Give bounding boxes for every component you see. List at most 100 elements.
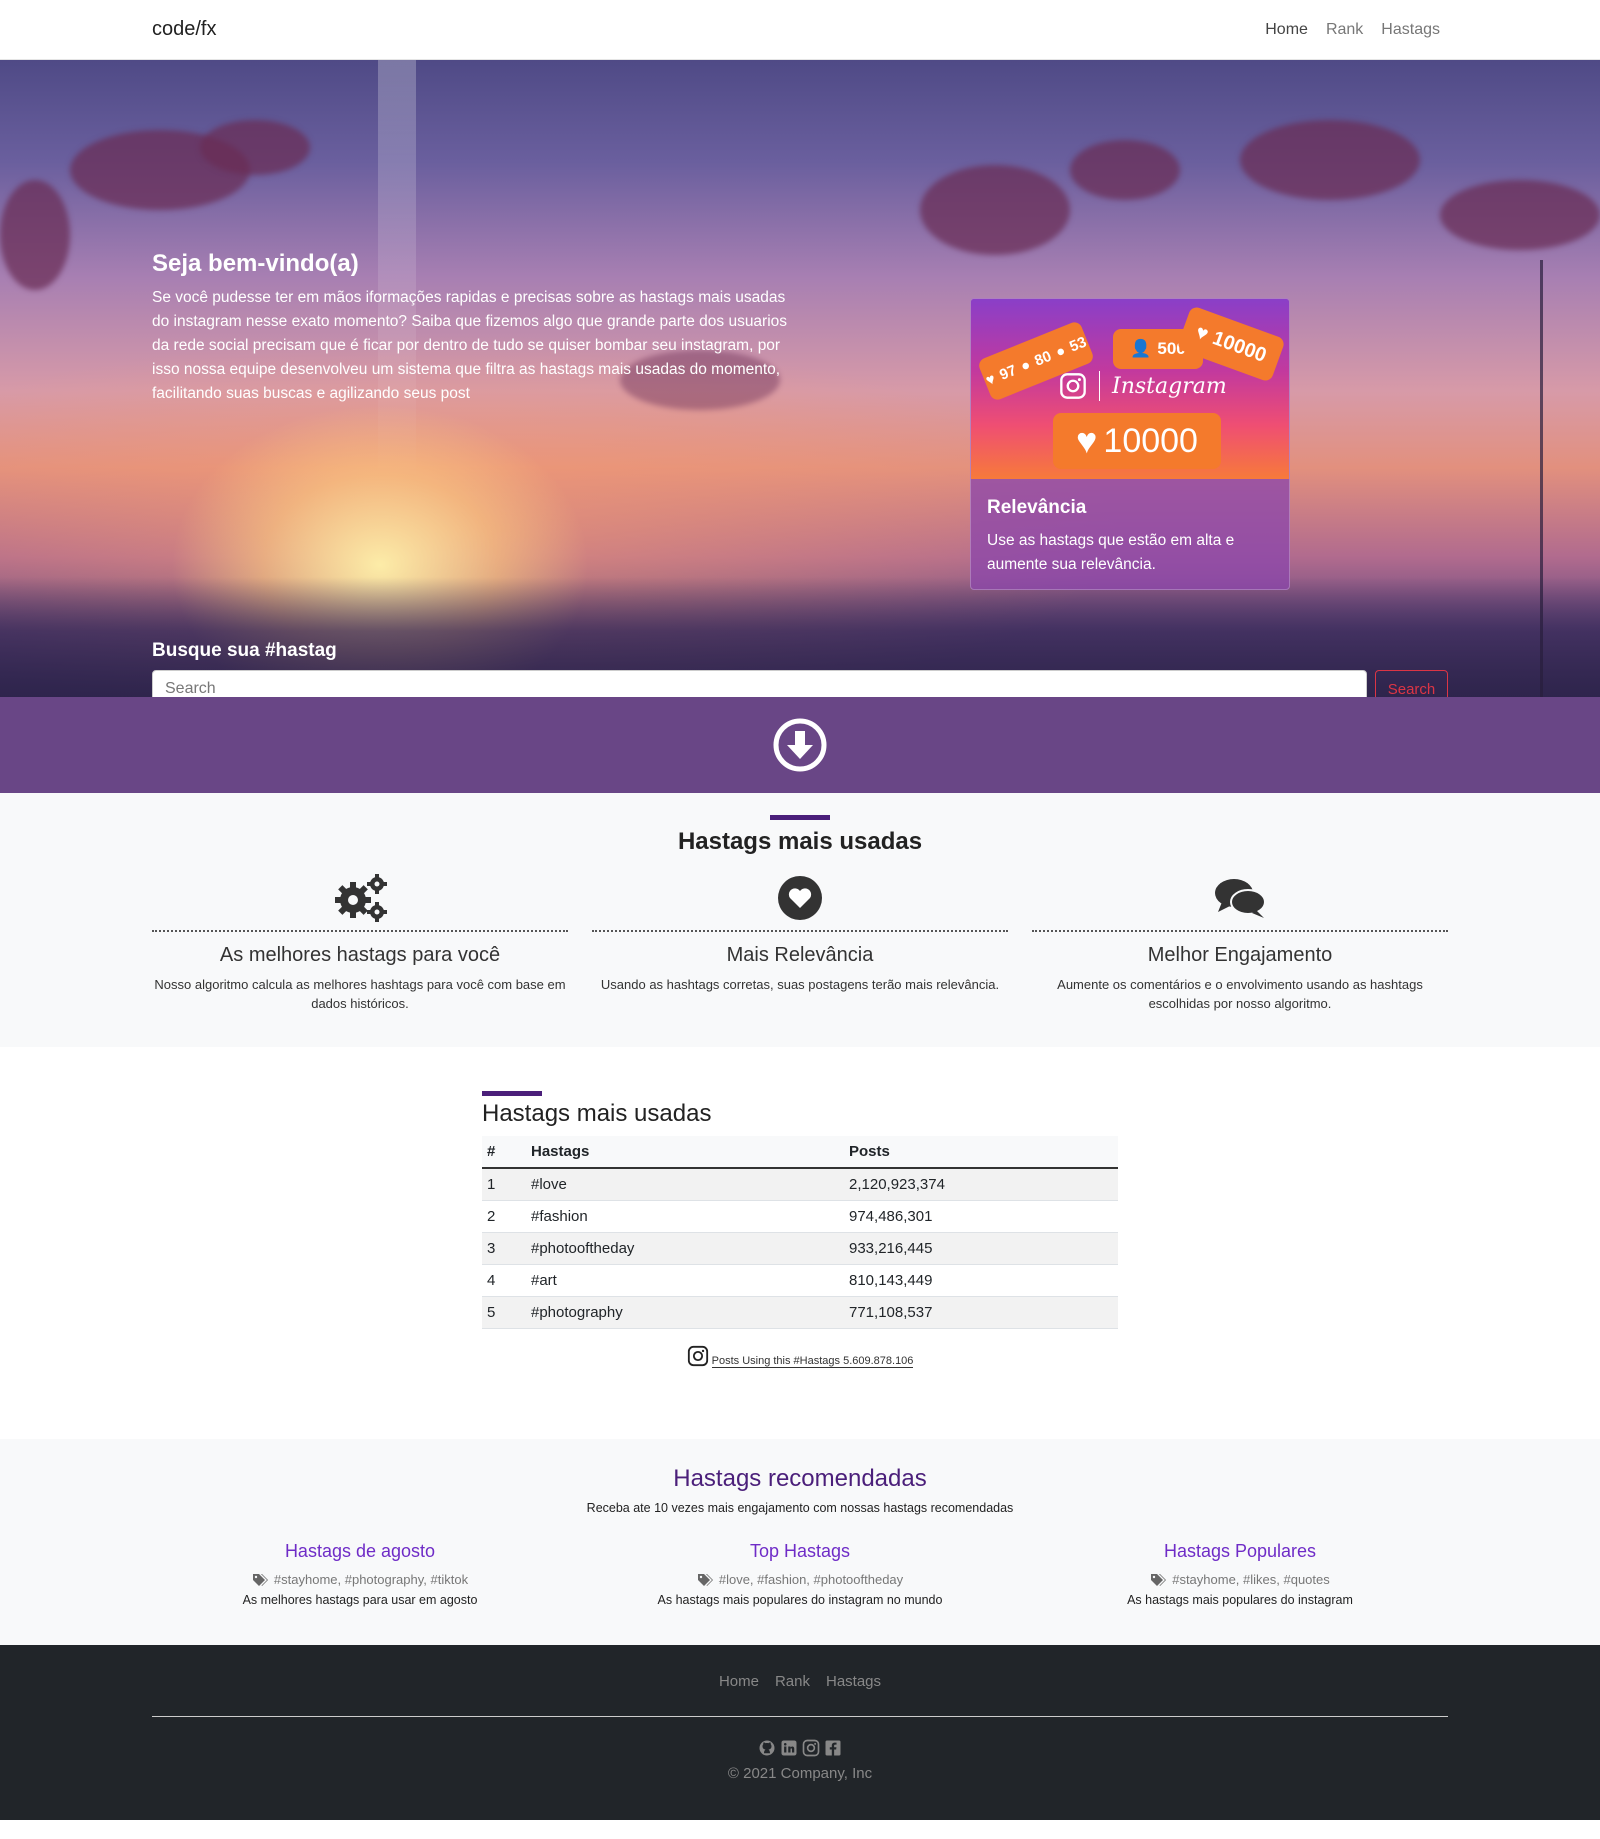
recommended-item: Hastags de agosto #stayhome, #photograph… xyxy=(152,1541,568,1607)
facebook-icon[interactable] xyxy=(824,1739,842,1757)
recommended-desc: As melhores hastags para usar em agosto xyxy=(242,1593,478,1607)
recommended-item-title[interactable]: Top Hastags xyxy=(592,1541,1008,1562)
posts-count-link[interactable]: Posts Using this #Hastags 5.609.878.106 xyxy=(711,1355,914,1368)
feature-title: As melhores hastags para você xyxy=(219,944,501,966)
recommended-lead: Receba ate 10 vezes mais engajamento com… xyxy=(586,1501,1014,1515)
nav-links: Home Rank Hastags xyxy=(1265,21,1448,39)
ranking-table: # Hastags Posts 1 #love 2,120,923,374 2 #fa… xyxy=(482,1136,1118,1329)
cloud xyxy=(1070,140,1180,200)
divider xyxy=(1099,371,1100,401)
scroll-down-band xyxy=(0,697,1600,793)
brand-logo[interactable]: code/fx xyxy=(152,18,216,41)
cloud xyxy=(0,180,70,290)
hero-section: Seja bem-vindo(a) Se você pudesse ter em… xyxy=(0,60,1600,697)
feature-item: Mais Relevância Usando as hashtags corre… xyxy=(592,874,1008,1013)
title-accent-bar xyxy=(482,1091,542,1096)
feature-title: Mais Relevância xyxy=(726,944,874,966)
arrow-circle-down-icon[interactable] xyxy=(773,718,827,772)
heart-icon: ♥ xyxy=(983,369,998,389)
feature-text: Nosso algoritmo calcula as melhores hash… xyxy=(154,977,566,1011)
relevance-card: ♥ 97 ● 80 ● 53 👤 500 ♥ 10000 Instagram ♥ 10000… xyxy=(970,298,1290,590)
tags-icon xyxy=(697,1573,713,1586)
recommended-item: Top Hastags #love, #fashion, #photoofthe… xyxy=(592,1541,1008,1607)
gears-icon xyxy=(335,874,387,922)
feature-item: Melhor Engajamento Aumente os comentário… xyxy=(1032,874,1448,1013)
comments-icon xyxy=(1215,879,1266,918)
instagram-icon[interactable] xyxy=(802,1739,820,1757)
comment-icon: ● xyxy=(1053,341,1068,361)
recommended-desc: As hastags mais populares do instagram n… xyxy=(657,1593,943,1607)
table-row: 4 #art 810,143,449 xyxy=(482,1264,1118,1297)
copyright: © 2021 Company, Inc xyxy=(727,1765,873,1782)
footer: Home Rank Hastags © 2021 Company, Inc xyxy=(0,1645,1600,1820)
nav-link-home[interactable]: Home xyxy=(1265,21,1308,39)
footer-link-home[interactable]: Home xyxy=(719,1673,759,1690)
recommended-tags: #stayhome, #photography, #tiktok xyxy=(273,1572,469,1587)
big-likes-badge: ♥ 10000 xyxy=(1053,413,1221,469)
features-title: Hastags mais usadas xyxy=(677,828,923,855)
recommended-item-title[interactable]: Hastags de agosto xyxy=(152,1541,568,1562)
feature-text: Aumente os comentários e o envolvimento … xyxy=(1057,977,1423,1011)
table-row: 1 #love 2,120,923,374 xyxy=(482,1168,1118,1201)
instagram-wordmark: Instagram xyxy=(1059,371,1227,401)
col-rank: # xyxy=(482,1136,526,1169)
linkedin-icon[interactable] xyxy=(780,1739,798,1757)
heart-icon: ♥ xyxy=(1076,420,1098,461)
card-text: Use as hastags que estão em alta e aumen… xyxy=(987,532,1235,573)
table-header-row: # Hastags Posts xyxy=(482,1136,1118,1169)
feature-row: As melhores hastags para você Nosso algo… xyxy=(152,874,1448,1013)
search-row: Search xyxy=(152,670,1448,697)
search-block: Busque sua #hastag Search xyxy=(152,640,1448,697)
features-section: Hastags mais usadas As melhores hastags … xyxy=(0,793,1600,1047)
recommended-tags: #stayhome, #likes, #quotes xyxy=(1172,1572,1330,1587)
user-icon: ● xyxy=(1018,355,1033,375)
recommended-title: Hastags recomendadas xyxy=(673,1465,927,1492)
card-body: Relevância Use as hastags que estão em a… xyxy=(971,479,1289,589)
heart-circle-icon xyxy=(778,876,822,920)
footer-divider xyxy=(152,1716,1448,1717)
search-button[interactable]: Search xyxy=(1375,670,1448,697)
col-posts: Posts xyxy=(844,1136,1118,1169)
recommended-tags: #love, #fashion, #photooftheday xyxy=(718,1572,904,1587)
cloud xyxy=(1240,120,1420,200)
feature-text: Usando as hashtags corretas, suas postag… xyxy=(600,977,1000,992)
footer-link-rank[interactable]: Rank xyxy=(775,1673,810,1690)
cloud xyxy=(920,165,1070,255)
recommended-item-title[interactable]: Hastags Populares xyxy=(1032,1541,1448,1562)
welcome-title: Seja bem-vindo(a) xyxy=(152,250,359,277)
cloud xyxy=(1440,180,1600,250)
recommended-desc: As hastags mais populares do instagram xyxy=(1127,1593,1353,1607)
nav-link-hastags[interactable]: Hastags xyxy=(1381,21,1440,39)
ranking-title: Hastags mais usadas xyxy=(482,1100,712,1127)
instagram-icon xyxy=(1060,373,1086,399)
instagram-banner-image: ♥ 97 ● 80 ● 53 👤 500 ♥ 10000 Instagram ♥ 10000 xyxy=(971,299,1289,479)
search-title: Busque sua #hastag xyxy=(152,640,337,661)
navbar: code/fx Home Rank Hastags xyxy=(0,0,1600,60)
welcome-text: Se você pudesse ter em mãos iformações r… xyxy=(152,289,788,402)
col-hastags: Hastags xyxy=(526,1136,844,1169)
ranking-section: Hastags mais usadas # Hastags Posts 1 #lo… xyxy=(0,1047,1600,1439)
table-row: 2 #fashion 974,486,301 xyxy=(482,1200,1118,1233)
table-row: 5 #photography 771,108,537 xyxy=(482,1296,1118,1329)
footer-link-hastags[interactable]: Hastags xyxy=(826,1673,881,1690)
tags-icon xyxy=(1151,1573,1167,1586)
ranking-table-wrap: Hastags mais usadas # Hastags Posts 1 #lo… xyxy=(482,1091,1118,1368)
recommended-row: Hastags de agosto #stayhome, #photograph… xyxy=(152,1541,1448,1607)
welcome-block: Seja bem-vindo(a) Se você pudesse ter em… xyxy=(152,250,802,406)
heart-icon: ♥ xyxy=(1192,320,1212,346)
tags-icon xyxy=(252,1573,268,1586)
github-icon[interactable] xyxy=(758,1739,776,1757)
search-input[interactable] xyxy=(152,670,1367,697)
recommended-section: Hastags recomendadas Receba ate 10 vezes… xyxy=(0,1439,1600,1645)
social-links xyxy=(152,1739,1448,1757)
power-tower xyxy=(1540,260,1600,697)
card-title: Relevância xyxy=(987,497,1087,518)
cloud xyxy=(200,120,310,175)
posts-note: Posts Using this #Hastags 5.609.878.106 xyxy=(482,1345,1118,1368)
user-icon: 👤 xyxy=(1130,339,1152,358)
recommended-item: Hastags Populares #stayhome, #likes, #qu… xyxy=(1032,1541,1448,1607)
instagram-icon xyxy=(687,1345,708,1367)
table-row: 3 #photooftheday 933,216,445 xyxy=(482,1232,1118,1265)
nav-link-rank[interactable]: Rank xyxy=(1326,21,1363,39)
footer-links: Home Rank Hastags xyxy=(152,1673,1448,1690)
